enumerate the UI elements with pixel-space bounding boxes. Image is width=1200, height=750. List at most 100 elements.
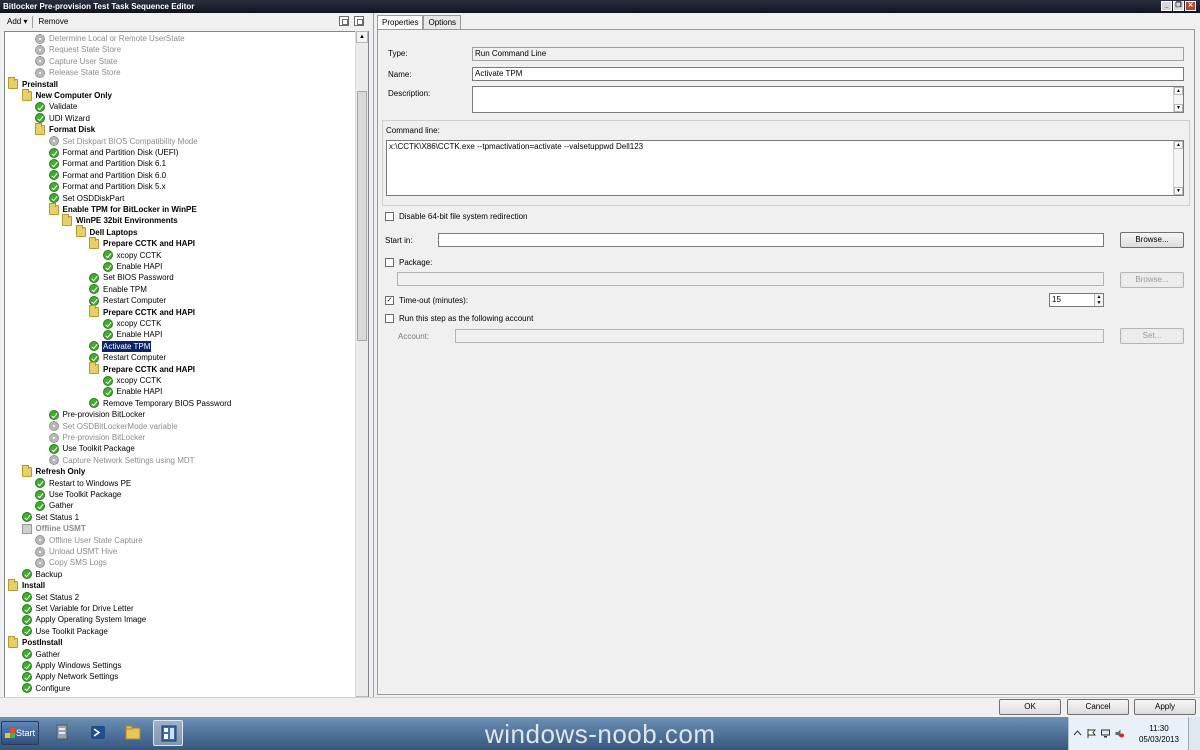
remove-button[interactable]: Remove	[35, 15, 71, 29]
tree-item[interactable]: Enable TPM for BitLocker in WinPE	[48, 202, 198, 215]
tree-item[interactable]: Set Status 1	[21, 512, 81, 523]
tree-item[interactable]: Prepare CCTK and HAPI	[89, 362, 196, 375]
tree-item[interactable]: Set OSDDiskPart	[48, 193, 126, 204]
scroll-down-icon[interactable]: ▼	[1174, 187, 1183, 195]
tree-item[interactable]: Gather	[35, 500, 74, 511]
taskbar-powershell[interactable]	[83, 720, 113, 746]
tree-item[interactable]: Apply Windows Settings	[21, 660, 123, 671]
tree-item[interactable]: xcopy CCTK	[102, 375, 163, 386]
task-sequence-tree[interactable]: Determine Local or Remote UserState Reque…	[4, 31, 369, 708]
tree-item[interactable]: Preinstall	[8, 77, 59, 90]
start-button[interactable]: Start	[1, 721, 39, 745]
flag-icon[interactable]	[1087, 729, 1097, 738]
tree-item[interactable]: Apply Network Settings	[21, 671, 120, 682]
tree-item[interactable]: Refresh Only	[21, 464, 87, 477]
description-input[interactable]: ▲ ▼	[472, 86, 1184, 113]
tree-item[interactable]: Backup	[21, 569, 64, 580]
package-checkbox[interactable]	[385, 258, 394, 267]
scroll-up-icon[interactable]: ▲	[1174, 141, 1183, 149]
taskbar-server-manager[interactable]	[48, 720, 78, 746]
scroll-thumb[interactable]	[357, 91, 367, 341]
tree-item[interactable]: Restart to Windows PE	[35, 478, 132, 489]
tree-item[interactable]: Apply Operating System Image	[21, 614, 148, 625]
tree-item[interactable]: Format Disk	[35, 122, 96, 135]
tree-item[interactable]: Use Toolkit Package	[21, 626, 109, 637]
name-input[interactable]: Activate TPM	[472, 67, 1184, 81]
tree-item[interactable]: Prepare CCTK and HAPI	[89, 305, 196, 318]
tree-item[interactable]: Offline User State Capture	[35, 535, 144, 546]
tree-item[interactable]: Remove Temporary BIOS Password	[89, 398, 232, 409]
tree-item[interactable]: Set Status 2	[21, 592, 81, 603]
browse-button[interactable]: Browse...	[1120, 232, 1184, 248]
tree-item[interactable]: Restart Computer	[89, 295, 167, 306]
run-as-account-checkbox[interactable]	[385, 314, 394, 323]
clock[interactable]: 11:30 05/03/2013	[1137, 723, 1181, 745]
scroll-down-icon[interactable]: ▼	[1174, 104, 1183, 112]
tree-item[interactable]: Pre-provision BitLocker	[48, 432, 147, 443]
tree-item[interactable]: xcopy CCTK	[102, 318, 163, 329]
tree-item[interactable]: Unload USMT Hive	[35, 546, 118, 557]
restore-button[interactable]: ❐	[1173, 1, 1184, 11]
add-button[interactable]: Add ▾	[4, 15, 30, 29]
tree-item[interactable]: Configure	[21, 683, 72, 694]
tree-item[interactable]: PostInstall	[8, 635, 63, 648]
show-hidden-icons-icon[interactable]	[1073, 729, 1082, 738]
tree-item[interactable]: UDI Wizard	[35, 113, 91, 124]
tree-item[interactable]: Validate	[35, 101, 78, 112]
tree-item[interactable]: Dell Laptops	[75, 225, 139, 238]
taskbar-explorer[interactable]	[118, 720, 148, 746]
tree-item[interactable]: Pre-provision BitLocker	[48, 409, 147, 420]
tree-item[interactable]: Determine Local or Remote UserState	[35, 33, 186, 44]
tab-options[interactable]: Options	[423, 15, 462, 29]
start-in-input[interactable]	[438, 233, 1104, 247]
tree-item[interactable]: Set BIOS Password	[89, 272, 175, 283]
tree-item[interactable]: Enable HAPI	[102, 386, 164, 397]
volume-muted-icon[interactable]	[1115, 729, 1124, 738]
tree-item[interactable]: Restart Computer	[89, 352, 167, 363]
network-icon[interactable]	[1101, 729, 1110, 738]
tree-item[interactable]: Set OSDBitLockerMode variable	[48, 421, 179, 432]
apply-button[interactable]: Apply	[1134, 699, 1196, 715]
cancel-button[interactable]: Cancel	[1067, 699, 1129, 715]
tree-item[interactable]: Offline USMT	[21, 523, 87, 534]
ok-button[interactable]: OK	[999, 699, 1061, 715]
spin-down-icon[interactable]: ▼	[1094, 300, 1103, 306]
timeout-input[interactable]: 15 ▲ ▼	[1049, 293, 1104, 307]
tree-item[interactable]: Format and Partition Disk 5.x	[48, 181, 167, 192]
tab-properties[interactable]: Properties	[377, 15, 424, 29]
command-line-scrollbar[interactable]: ▲ ▼	[1173, 141, 1183, 195]
timeout-checkbox[interactable]: ✓	[385, 296, 394, 305]
tree-item[interactable]: Request State Store	[35, 44, 122, 55]
tree-item[interactable]: Activate TPM	[89, 340, 152, 352]
tree-item[interactable]: Release State Store	[35, 67, 122, 78]
scroll-up-icon[interactable]: ▲	[356, 31, 368, 43]
show-desktop-button[interactable]	[1188, 717, 1200, 750]
tree-item[interactable]: Set Diskpart BIOS Compatibility Mode	[48, 136, 199, 147]
taskbar-sccm-console[interactable]	[153, 720, 183, 746]
move-down-icon[interactable]	[354, 16, 364, 26]
tree-item[interactable]: xcopy CCTK	[102, 250, 163, 261]
tree-item[interactable]: Install	[8, 578, 46, 591]
command-line-input[interactable]: x:\CCTK\X86\CCTK.exe --tpmactivation=act…	[386, 140, 1184, 196]
tree-item[interactable]: Set Variable for Drive Letter	[21, 603, 135, 614]
tree-item[interactable]: Format and Partition Disk (UEFI)	[48, 147, 180, 158]
tree-item[interactable]: New Computer Only	[21, 88, 113, 101]
move-up-icon[interactable]	[339, 16, 349, 26]
tree-item[interactable]: Gather	[21, 649, 61, 660]
description-scrollbar[interactable]: ▲ ▼	[1173, 87, 1183, 112]
tree-item[interactable]: Prepare CCTK and HAPI	[89, 236, 196, 249]
tree-item[interactable]: Enable HAPI	[102, 261, 164, 272]
tree-item[interactable]: Copy SMS Logs	[35, 557, 108, 568]
tree-scrollbar[interactable]: ▲ ▼	[355, 31, 368, 708]
minimize-button[interactable]: _	[1161, 1, 1172, 11]
tree-item[interactable]: Use Toolkit Package	[35, 489, 122, 500]
tree-item[interactable]: Capture Network Settings using MDT	[48, 455, 196, 466]
tree-item[interactable]: Format and Partition Disk 6.1	[48, 158, 168, 169]
close-button[interactable]: ✕	[1185, 1, 1196, 11]
tree-item[interactable]: Enable TPM	[89, 284, 148, 295]
disable-64bit-checkbox[interactable]	[385, 212, 394, 221]
tree-item[interactable]: Use Toolkit Package	[48, 443, 136, 454]
tree-item[interactable]: Format and Partition Disk 6.0	[48, 170, 168, 181]
scroll-up-icon[interactable]: ▲	[1174, 87, 1183, 95]
tree-item[interactable]: Enable HAPI	[102, 329, 164, 340]
